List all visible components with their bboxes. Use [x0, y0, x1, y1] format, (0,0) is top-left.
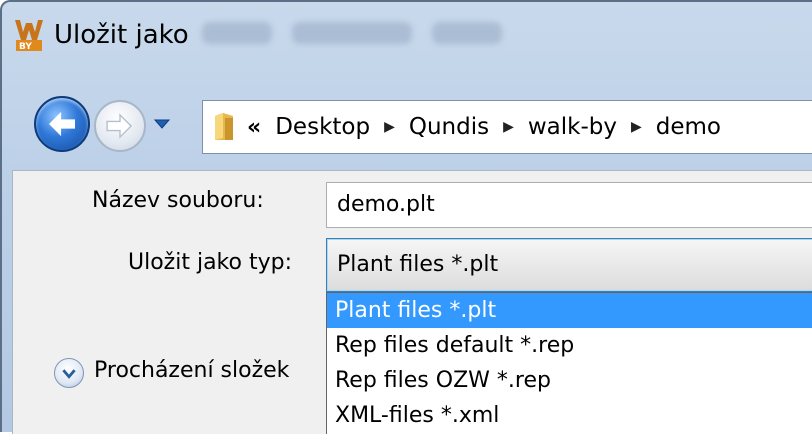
address-bar[interactable]: « Desktop ▶ Qundis ▶ walk-by ▶ demo [202, 100, 812, 154]
breadcrumb-qundis[interactable]: Qundis [409, 114, 489, 140]
window-title: Uložit jako [54, 20, 189, 50]
filetype-option-rep-ozw[interactable]: Rep files OZW *.rep [327, 363, 812, 398]
breadcrumb-separator-icon[interactable]: ▶ [503, 119, 514, 135]
filetype-option-xml[interactable]: XML-files *.xml [327, 398, 812, 433]
title-bar: BY Uložit jako [2, 2, 812, 80]
breadcrumb-overflow-button[interactable]: « [247, 115, 261, 140]
chevron-down-icon [153, 119, 171, 129]
folder-icon [215, 113, 233, 140]
browse-folders-label[interactable]: Procházení složek [94, 358, 324, 383]
filetype-label: Uložit jako typ: [128, 250, 292, 275]
save-as-dialog: BY Uložit jako « Desktop ▶ Qundis ▶ walk… [0, 0, 812, 434]
app-icon: BY [14, 18, 44, 52]
filetype-option-rep-default[interactable]: Rep files default *.rep [327, 328, 812, 363]
blurred-menu-item [202, 22, 272, 44]
breadcrumb-separator-icon[interactable]: ▶ [631, 119, 642, 135]
breadcrumb-demo[interactable]: demo [656, 114, 721, 140]
browse-folders-toggle[interactable] [54, 358, 84, 388]
filetype-option-plant[interactable]: Plant files *.plt [327, 293, 812, 328]
filename-input[interactable]: demo.plt [326, 182, 812, 228]
blurred-menu-item [432, 22, 502, 44]
chevron-down-icon [62, 369, 76, 379]
back-button[interactable] [34, 96, 90, 152]
filetype-select[interactable]: Plant files *.plt [326, 238, 812, 292]
filetype-dropdown-list: Plant files *.plt Rep files default *.re… [326, 292, 812, 434]
breadcrumb-separator-icon[interactable]: ▶ [384, 119, 395, 135]
history-dropdown[interactable] [152, 114, 172, 134]
arrow-left-icon [49, 111, 75, 137]
breadcrumb-desktop[interactable]: Desktop [275, 114, 370, 140]
arrow-right-icon [106, 113, 133, 139]
breadcrumb-walk-by[interactable]: walk-by [528, 114, 617, 140]
blurred-menu-item [292, 22, 412, 44]
svg-text:BY: BY [19, 42, 32, 52]
filename-label: Název souboru: [92, 188, 264, 213]
forward-button[interactable] [94, 100, 146, 152]
